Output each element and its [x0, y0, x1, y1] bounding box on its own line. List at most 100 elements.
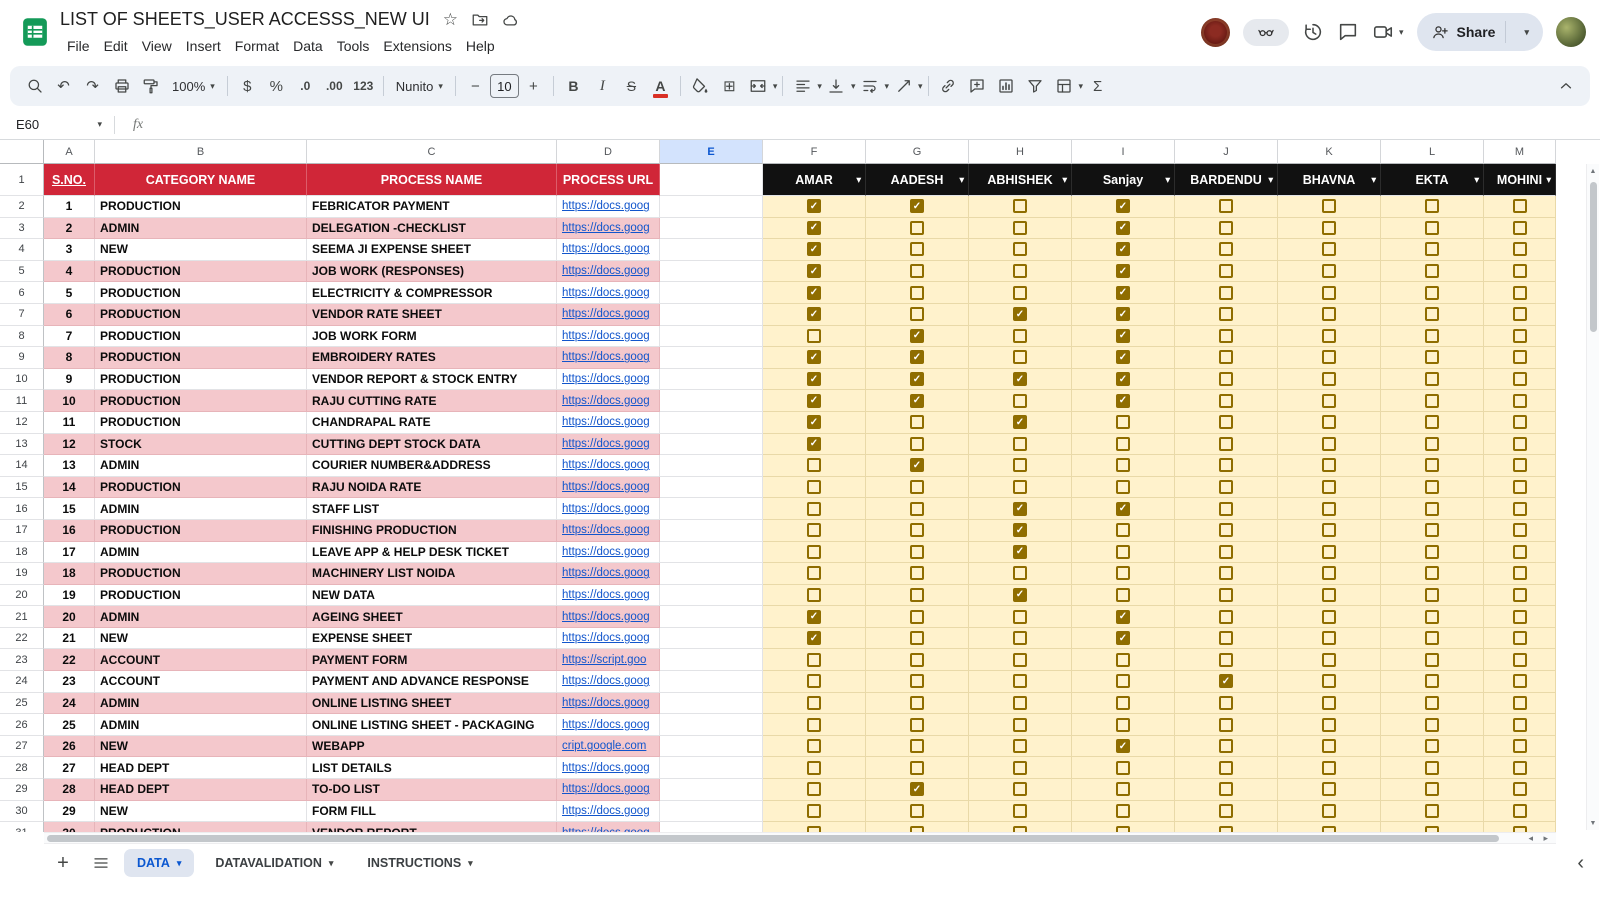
cell-access-ekta[interactable]	[1381, 736, 1484, 758]
text-color-button[interactable]: A	[647, 73, 674, 100]
cell-access-amar[interactable]	[763, 693, 866, 715]
cell-access-mohini[interactable]	[1484, 585, 1556, 607]
cell-access-aadesh[interactable]	[866, 736, 969, 758]
process-url-link[interactable]: https://docs.goog	[562, 697, 650, 709]
cell-e[interactable]	[660, 455, 763, 477]
cell-process[interactable]: ONLINE LISTING SHEET - PACKAGING	[307, 714, 557, 736]
italic-button[interactable]: I	[589, 73, 616, 100]
cell-access-mohini[interactable]	[1484, 563, 1556, 585]
cell-category[interactable]: PRODUCTION	[95, 477, 307, 499]
cell-e[interactable]	[660, 390, 763, 412]
column-header-I[interactable]: I	[1072, 140, 1175, 164]
tab-caret-icon[interactable]: ▾	[468, 859, 473, 868]
cell-sno[interactable]: 21	[44, 628, 95, 650]
header-person-amar[interactable]: AMAR▾	[763, 164, 866, 196]
access-checkbox[interactable]	[1219, 523, 1233, 537]
name-box-caret-icon[interactable]: ▾	[97, 120, 102, 129]
access-checkbox[interactable]	[910, 502, 924, 516]
cell-access-amar[interactable]	[763, 477, 866, 499]
column-header-C[interactable]: C	[307, 140, 557, 164]
row-number[interactable]: 6	[0, 282, 44, 304]
access-checkbox[interactable]	[1116, 782, 1130, 796]
access-checkbox[interactable]	[1425, 437, 1439, 451]
dropdown-caret-icon[interactable]: ▾	[1268, 174, 1273, 185]
access-checkbox[interactable]	[1013, 394, 1027, 408]
cell-access-aadesh[interactable]	[866, 304, 969, 326]
access-checkbox[interactable]	[1013, 761, 1027, 775]
cell-access-sanjay[interactable]: ✓	[1072, 390, 1175, 412]
cell-access-bhavna[interactable]	[1278, 239, 1381, 261]
access-checkbox[interactable]	[1322, 502, 1336, 516]
insert-comment-button[interactable]	[964, 73, 991, 100]
cell-sno[interactable]: 23	[44, 671, 95, 693]
print-button[interactable]	[108, 73, 135, 100]
cell-process[interactable]: STAFF LIST	[307, 498, 557, 520]
access-checkbox[interactable]	[1513, 545, 1527, 559]
cell-category[interactable]: PRODUCTION	[95, 390, 307, 412]
header-sno[interactable]: S.NO.	[44, 164, 95, 196]
cell-access-abhishek[interactable]	[969, 347, 1072, 369]
access-checkbox[interactable]	[1425, 674, 1439, 688]
cell-access-bardendu[interactable]	[1175, 736, 1278, 758]
cell-access-bardendu[interactable]	[1175, 757, 1278, 779]
cell-access-amar[interactable]: ✓	[763, 369, 866, 391]
cell-access-bardendu[interactable]	[1175, 434, 1278, 456]
cell-access-bardendu[interactable]	[1175, 606, 1278, 628]
cell-access-amar[interactable]	[763, 585, 866, 607]
cell-access-bhavna[interactable]	[1278, 693, 1381, 715]
cell-access-aadesh[interactable]	[866, 520, 969, 542]
cell-category[interactable]: ADMIN	[95, 542, 307, 564]
cell-access-bhavna[interactable]	[1278, 606, 1381, 628]
share-caret-icon[interactable]: ▾	[1516, 28, 1537, 37]
all-sheets-icon[interactable]	[86, 848, 116, 878]
header-url[interactable]: PROCESS URL	[557, 164, 660, 196]
access-checkbox[interactable]	[1219, 372, 1233, 386]
access-checkbox[interactable]: ✓	[1116, 739, 1130, 753]
access-checkbox[interactable]	[1513, 782, 1527, 796]
cell-category[interactable]: HEAD DEPT	[95, 757, 307, 779]
access-checkbox[interactable]	[807, 782, 821, 796]
cell-access-aadesh[interactable]	[866, 649, 969, 671]
access-checkbox[interactable]	[1513, 502, 1527, 516]
access-checkbox[interactable]: ✓	[1116, 221, 1130, 235]
horizontal-scroll-arrows-icon[interactable]: ◂ ▸	[1528, 833, 1552, 844]
access-checkbox[interactable]	[1513, 804, 1527, 818]
cell-access-abhishek[interactable]: ✓	[969, 304, 1072, 326]
cell-category[interactable]: ACCOUNT	[95, 671, 307, 693]
process-url-link[interactable]: https://docs.goog	[562, 632, 650, 644]
cell-access-bhavna[interactable]	[1278, 261, 1381, 283]
access-checkbox[interactable]	[1013, 674, 1027, 688]
access-checkbox[interactable]	[807, 718, 821, 732]
cell-e[interactable]	[660, 347, 763, 369]
cell-access-bardendu[interactable]	[1175, 412, 1278, 434]
access-checkbox[interactable]	[1219, 588, 1233, 602]
cell-category[interactable]: ADMIN	[95, 693, 307, 715]
cell-url[interactable]: https://docs.goog	[557, 585, 660, 607]
access-checkbox[interactable]	[807, 674, 821, 688]
cell-access-aadesh[interactable]	[866, 218, 969, 240]
cell-access-bardendu[interactable]	[1175, 326, 1278, 348]
cell-access-bardendu[interactable]	[1175, 196, 1278, 218]
cell-category[interactable]: PRODUCTION	[95, 563, 307, 585]
cell-access-bhavna[interactable]	[1278, 585, 1381, 607]
cell-e[interactable]	[660, 822, 763, 832]
cell-url[interactable]: https://docs.goog	[557, 714, 660, 736]
access-checkbox[interactable]	[1013, 286, 1027, 300]
cell-access-bardendu[interactable]	[1175, 304, 1278, 326]
cell-access-sanjay[interactable]	[1072, 412, 1175, 434]
access-checkbox[interactable]	[1013, 631, 1027, 645]
access-checkbox[interactable]	[1425, 350, 1439, 364]
fill-color-button[interactable]	[687, 73, 714, 100]
cell-access-sanjay[interactable]: ✓	[1072, 628, 1175, 650]
tab-caret-icon[interactable]: ▾	[329, 859, 334, 868]
cell-access-bhavna[interactable]	[1278, 822, 1381, 832]
access-checkbox[interactable]: ✓	[1116, 329, 1130, 343]
cell-url[interactable]: https://docs.goog	[557, 498, 660, 520]
access-checkbox[interactable]: ✓	[1013, 307, 1027, 321]
cell-access-abhishek[interactable]	[969, 757, 1072, 779]
access-checkbox[interactable]: ✓	[1116, 307, 1130, 321]
cell-access-aadesh[interactable]	[866, 239, 969, 261]
column-header-B[interactable]: B	[95, 140, 307, 164]
cell-url[interactable]: https://docs.goog	[557, 542, 660, 564]
cell-access-aadesh[interactable]	[866, 757, 969, 779]
